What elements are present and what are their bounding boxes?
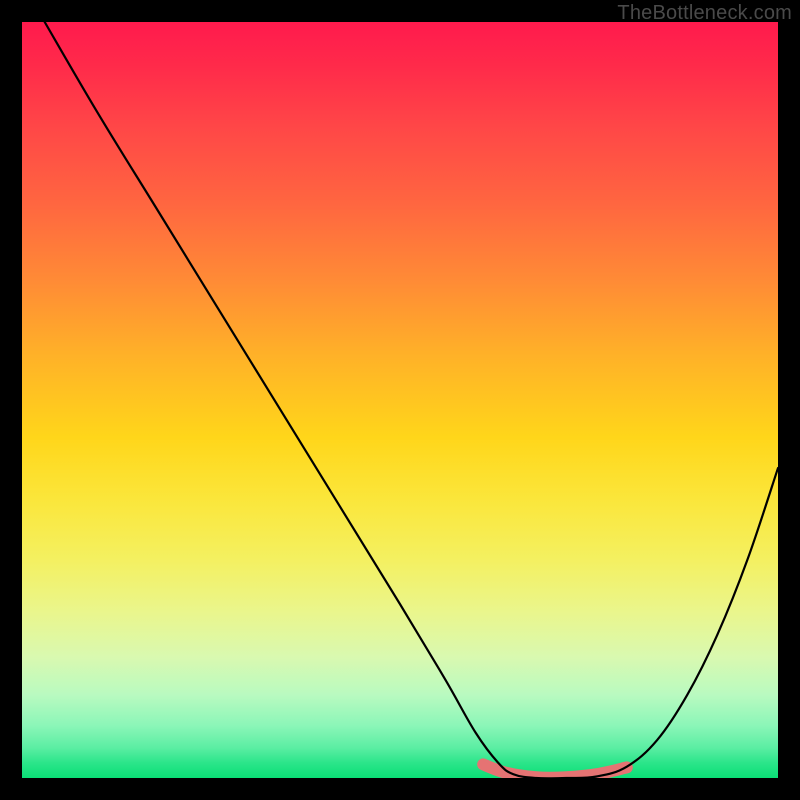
- chart-plot-area: [22, 22, 778, 778]
- main-curve: [45, 22, 778, 778]
- watermark-text: TheBottleneck.com: [617, 2, 792, 25]
- chart-svg: [22, 22, 778, 778]
